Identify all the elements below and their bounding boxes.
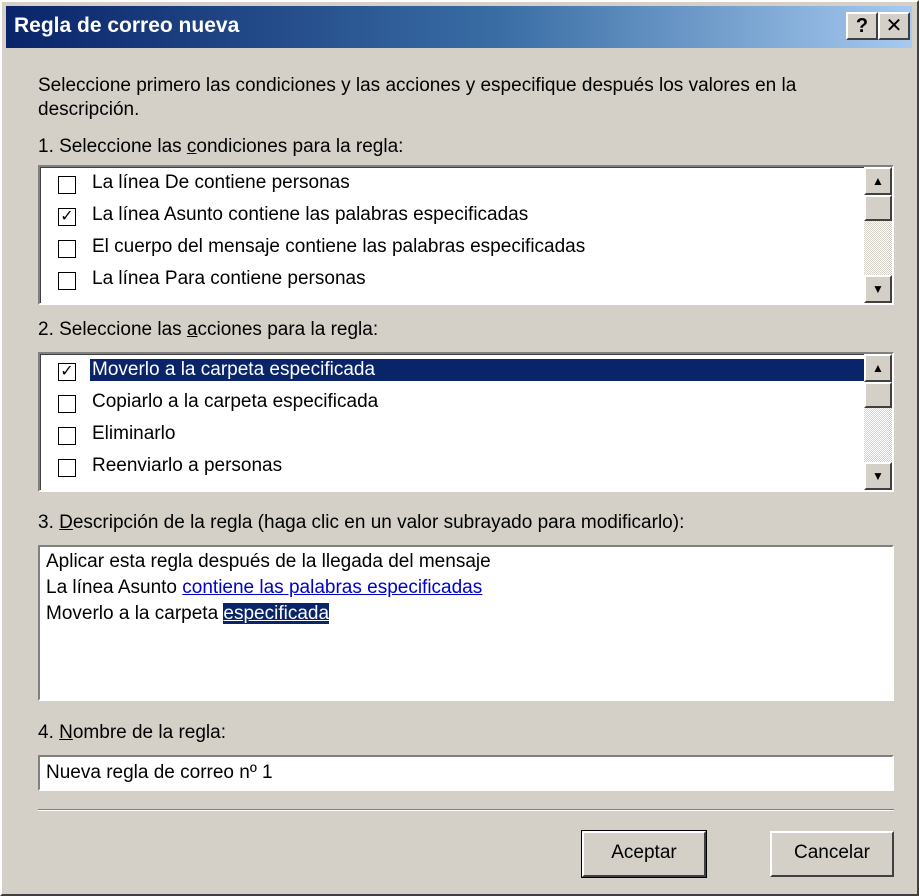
check-icon: ✓ xyxy=(60,363,74,380)
actions-scrollbar[interactable]: ▲ ▼ xyxy=(864,354,892,490)
action-label: Eliminarlo xyxy=(92,423,176,444)
scroll-down-button[interactable]: ▼ xyxy=(864,275,892,303)
scroll-down-button[interactable]: ▼ xyxy=(864,462,892,490)
close-button[interactable]: ✕ xyxy=(878,12,910,40)
action-item[interactable]: Eliminarlo xyxy=(54,422,866,452)
condition-label: La línea Asunto contiene las palabras es… xyxy=(92,204,529,225)
scroll-thumb[interactable] xyxy=(864,195,892,221)
checkbox[interactable] xyxy=(58,176,76,194)
words-link[interactable]: contiene las palabras especificadas xyxy=(182,577,482,598)
condition-item[interactable]: El cuerpo del mensaje contiene las palab… xyxy=(54,235,866,265)
scroll-up-button[interactable]: ▲ xyxy=(864,167,892,195)
arrow-up-icon: ▲ xyxy=(872,174,884,188)
condition-label: El cuerpo del mensaje contiene las palab… xyxy=(92,236,586,257)
intro-text: Seleccione primero las condiciones y las… xyxy=(38,75,797,120)
action-label: Moverlo a la carpeta especificada xyxy=(90,359,870,381)
close-icon: ✕ xyxy=(885,15,903,37)
arrow-down-icon: ▼ xyxy=(872,282,884,296)
checkbox[interactable] xyxy=(58,272,76,290)
check-icon: ✓ xyxy=(60,208,74,225)
rule-description[interactable]: Aplicar esta regla después de la llegada… xyxy=(38,545,894,701)
cancel-button[interactable]: Cancelar xyxy=(770,831,894,877)
action-item-selected[interactable]: ✓ Moverlo a la carpeta especificada xyxy=(54,358,870,388)
condition-item[interactable]: La línea Para contiene personas xyxy=(54,267,866,297)
scroll-up-button[interactable]: ▲ xyxy=(864,354,892,382)
description-line-3: Moverlo a la carpeta especificada xyxy=(46,603,330,624)
help-icon: ? xyxy=(855,15,869,37)
checkbox-checked[interactable]: ✓ xyxy=(58,208,76,226)
rule-name-label: 4. Nombre de la regla: xyxy=(38,722,227,743)
description-line-1: Aplicar esta regla después de la llegada… xyxy=(46,551,491,572)
checkbox[interactable] xyxy=(58,240,76,258)
description-line-2: La línea Asunto contiene las palabras es… xyxy=(46,577,483,598)
action-item[interactable]: Copiarlo a la carpeta especificada xyxy=(54,390,866,420)
arrow-down-icon: ▼ xyxy=(872,469,884,483)
actions-label: 2. Seleccione las acciones para la regla… xyxy=(38,319,379,340)
action-label: Copiarlo a la carpeta especificada xyxy=(92,391,379,412)
condition-item[interactable]: La línea De contiene personas xyxy=(54,171,866,201)
rule-name-input[interactable] xyxy=(38,755,894,791)
action-label: Reenviarlo a personas xyxy=(92,455,283,476)
checkbox[interactable] xyxy=(58,459,76,477)
action-item[interactable]: Reenviarlo a personas xyxy=(54,454,866,484)
scroll-thumb[interactable] xyxy=(864,382,892,408)
arrow-up-icon: ▲ xyxy=(872,361,884,375)
window-title: Regla de correo nueva xyxy=(14,14,240,37)
folder-link[interactable]: especificada xyxy=(223,603,330,624)
conditions-label: 1. Seleccione las condiciones para la re… xyxy=(38,136,404,157)
checkbox-checked[interactable]: ✓ xyxy=(58,363,76,381)
checkbox[interactable] xyxy=(58,427,76,445)
conditions-scrollbar[interactable]: ▲ ▼ xyxy=(864,167,892,303)
actions-list[interactable]: ✓ Moverlo a la carpeta especificada Copi… xyxy=(38,352,894,492)
help-button[interactable]: ? xyxy=(846,12,878,40)
separator xyxy=(38,809,894,811)
checkbox[interactable] xyxy=(58,395,76,413)
condition-label: La línea Para contiene personas xyxy=(92,268,366,289)
ok-button[interactable]: Aceptar xyxy=(581,830,707,878)
description-label: 3. Descripción de la regla (haga clic en… xyxy=(38,512,685,533)
new-rule-dialog: Regla de correo nueva ? ✕ Seleccione pri… xyxy=(0,0,919,896)
conditions-list[interactable]: La línea De contiene personas ✓ La línea… xyxy=(38,165,894,305)
condition-label: La línea De contiene personas xyxy=(92,172,350,193)
title-bar[interactable]: Regla de correo nueva ? ✕ xyxy=(6,6,912,48)
condition-item[interactable]: ✓ La línea Asunto contiene las palabras … xyxy=(54,203,866,233)
